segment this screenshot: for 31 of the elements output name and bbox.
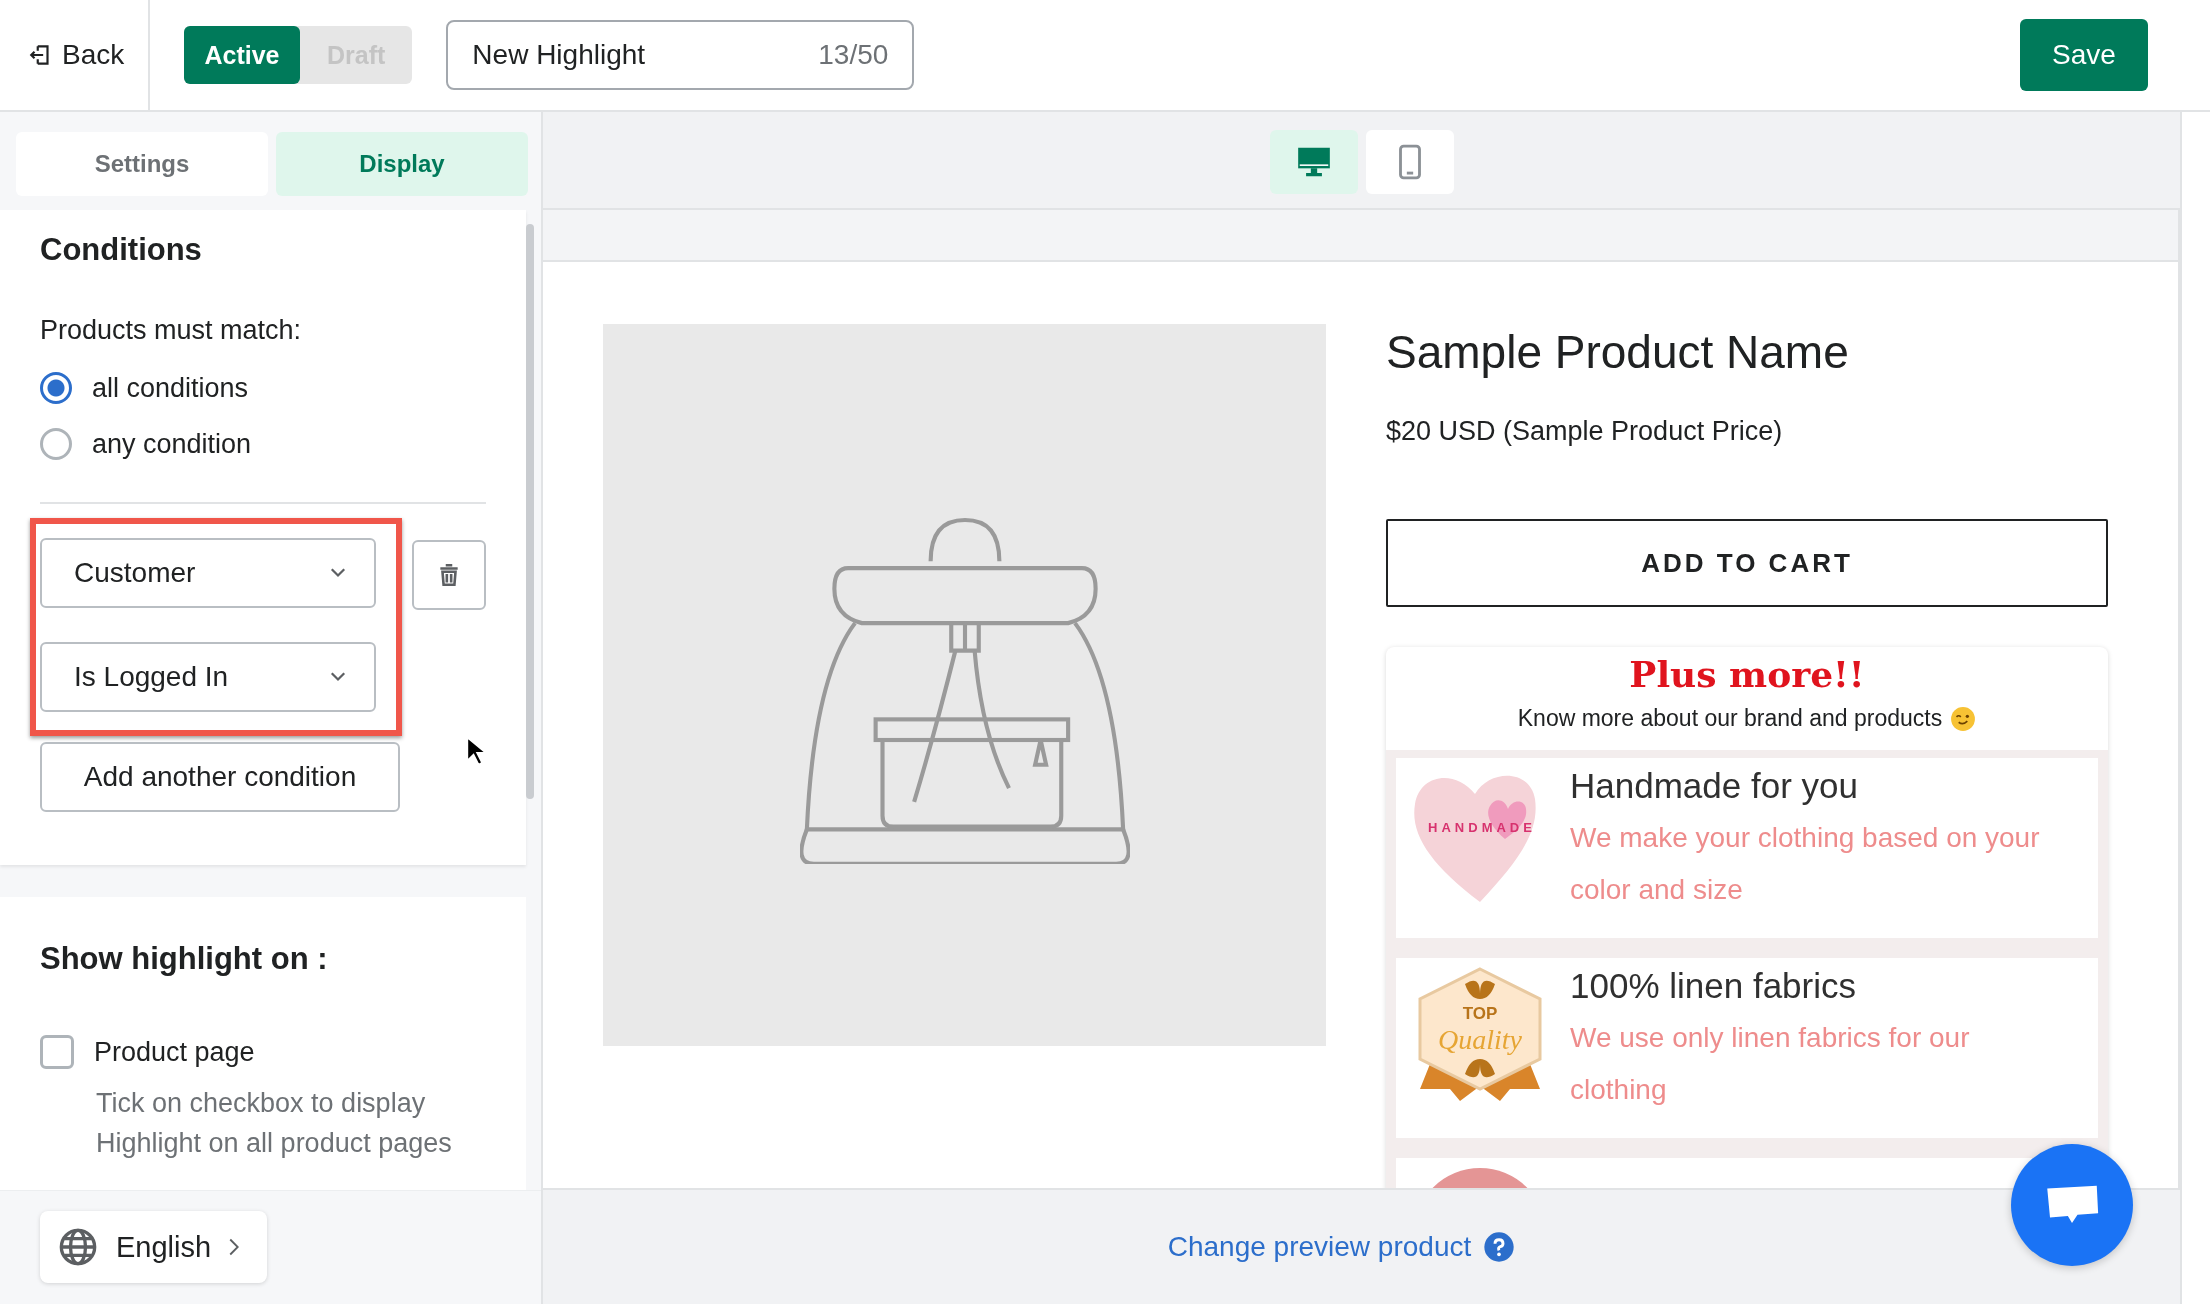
product-name: Sample Product Name — [1386, 325, 1850, 380]
language-button[interactable]: English — [40, 1211, 268, 1283]
highlight-title: Plus more!! — [1628, 652, 1866, 697]
highlight-subtitle: Know more about our brand and products — [1517, 705, 1943, 732]
checkbox-label: Product page — [94, 1036, 255, 1068]
tab[interactable]: Display — [276, 132, 528, 196]
feature-description: We make your clothing based on your color and size — [1570, 821, 2041, 907]
dropdown-select[interactable]: Is Logged In — [40, 642, 376, 712]
hint-text: Tick on checkbox to display Highlight on all product pages — [96, 1087, 453, 1160]
field-label: Products must match: — [40, 314, 303, 347]
tab[interactable]: Settings — [16, 132, 268, 196]
title-field[interactable]: New Highlight 13/50 — [446, 20, 915, 90]
feature-title: Handmade for you — [1570, 765, 1859, 807]
feature-title: 100% linen fabrics — [1570, 965, 1857, 1007]
change-preview-link[interactable]: Change preview product — [1167, 1231, 1472, 1263]
add-to-cart-button[interactable]: ADD TO CART — [1386, 519, 2108, 607]
character-counter: 13/50 — [818, 39, 889, 71]
feature-description: We use only linen fabrics for our clothing — [1570, 1021, 1971, 1107]
add-condition-button[interactable]: Add another condition — [40, 742, 400, 812]
dropdown-select[interactable]: Customer — [40, 538, 376, 608]
section-title: Conditions — [40, 231, 203, 269]
image-caption: Quality — [1438, 1024, 1522, 1055]
image-caption: HANDMADE — [1428, 820, 1536, 835]
image-caption: TOP — [1462, 1004, 1498, 1023]
product-price: $20 USD (Sample Product Price) — [1386, 416, 1784, 447]
back-link[interactable]: Back — [28, 39, 125, 71]
radio-label: any condition — [92, 428, 252, 460]
save-button[interactable]: Save — [2020, 19, 2148, 91]
radio-label: all conditions — [92, 372, 249, 404]
section-title: Show highlight on : — [40, 940, 329, 978]
status-option[interactable]: Active — [184, 26, 300, 84]
